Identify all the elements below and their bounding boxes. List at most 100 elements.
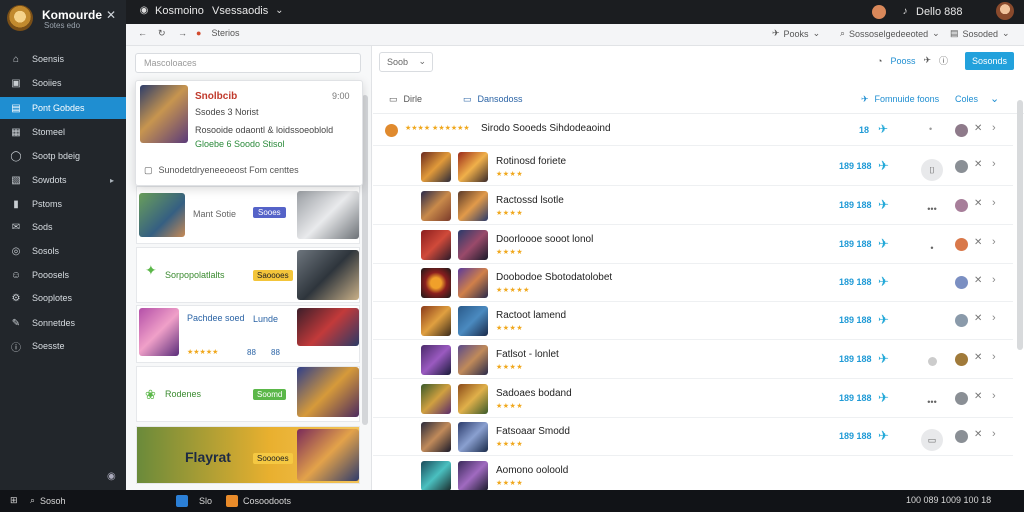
close-icon[interactable]: ✕ (106, 8, 116, 22)
details-scrollbar[interactable] (1017, 100, 1023, 350)
chevron-right-icon[interactable]: › (992, 274, 996, 286)
chevron-right-icon[interactable]: › (992, 312, 996, 324)
sidebar-item-10[interactable]: ☺ Pooosels (0, 264, 126, 286)
tab-main[interactable]: ◉ Kosmoino (138, 5, 204, 17)
forward-button[interactable]: → (178, 28, 187, 38)
sidebar-item-9[interactable]: ◎ Sosols (0, 240, 126, 262)
sidebar-item-8[interactable]: ✉ Sods (0, 216, 126, 238)
table-row[interactable]: Doorloooe sooot lonol ★★★★ 189 188 ✈ • ✕… (373, 226, 1013, 264)
pin-icon[interactable]: ✈ (878, 158, 889, 174)
row-stars: ★★★★ (496, 480, 524, 487)
taskbar-search[interactable]: ⌕ Sosoh (30, 495, 66, 506)
more-icon[interactable] (921, 352, 943, 374)
user-avatar[interactable] (996, 2, 1014, 20)
popup-footer[interactable]: ▢ Sunodetdryeneeoeost Fom centtes (144, 165, 299, 176)
posts-link[interactable]: Pooss (890, 56, 915, 66)
chevron-right-icon[interactable]: › (992, 236, 996, 248)
more-icon[interactable]: ••• (921, 198, 943, 220)
edit-icon[interactable]: ▭ (921, 429, 943, 451)
sidebar-item-12[interactable]: ✎ Sonnetdes (0, 312, 126, 334)
close-icon[interactable]: ✕ (974, 159, 982, 170)
close-icon[interactable]: ✕ (974, 313, 982, 324)
search-input[interactable]: Mascoloaces (135, 53, 361, 73)
filter-select[interactable]: Soob ⌄ (379, 52, 433, 72)
chevron-down-icon[interactable]: ⌄ (990, 92, 999, 105)
status-dot (955, 124, 968, 137)
taskbar-app-2[interactable]: Cosoodoots (226, 495, 291, 507)
pin-icon[interactable]: ✈ (878, 390, 889, 406)
sidebar-item-5[interactable]: ◯ Sootp bdeig (0, 145, 126, 167)
tab-secondary[interactable]: Vsessaodis ⌄ (212, 5, 285, 17)
col-header-2[interactable]: ▭ Dansodoss (463, 94, 523, 105)
row-title: Doorloooe sooot lonol (496, 234, 594, 245)
card-2[interactable]: ✦ Sorpopolatlalts Saoooes (136, 247, 360, 303)
taskbar-app-1[interactable]: Slo (176, 495, 212, 507)
chevron-right-icon[interactable]: › (992, 122, 996, 134)
pin-icon[interactable]: ✈ (878, 312, 889, 328)
pin-icon[interactable]: ✈ (878, 122, 888, 136)
header-action[interactable]: ✈ Fomnuide foons (861, 94, 939, 105)
pin-icon[interactable]: ✈ (923, 55, 931, 66)
pin-icon[interactable]: ✈ (878, 351, 889, 367)
sidebar-item-4[interactable]: ▦ Stomeel (0, 121, 126, 143)
sidebar-item-3[interactable]: ▤ Pont Gobdes (0, 97, 126, 119)
pin-icon[interactable]: ✈ (878, 274, 889, 290)
row-thumbnail (458, 191, 488, 221)
pin-icon[interactable]: ✈ (878, 197, 889, 213)
close-icon[interactable]: ✕ (974, 429, 982, 440)
close-icon[interactable]: ✕ (974, 352, 982, 363)
books-dropdown[interactable]: ✈ Pooks ⌄ (772, 28, 820, 39)
sidebar-item-2[interactable]: ▣ Sooiies (0, 72, 126, 94)
back-button[interactable]: ← (138, 28, 147, 38)
row-thumbnail (421, 306, 451, 336)
close-icon[interactable]: ✕ (974, 123, 982, 134)
close-icon[interactable]: ✕ (974, 237, 982, 248)
breadcrumb[interactable]: ● Sterios (196, 28, 239, 38)
settings-gear-icon[interactable]: ◉ (107, 471, 116, 482)
table-row[interactable]: Aomono ooloold ★★★★ (373, 457, 1013, 491)
close-icon[interactable]: ✕ (974, 391, 982, 402)
table-row[interactable]: Ractossd lsotle ★★★★ 189 188 ✈ ••• ✕ › (373, 187, 1013, 225)
primary-button[interactable]: Sosonds (965, 52, 1014, 70)
pin-icon[interactable]: ✈ (878, 236, 889, 252)
start-button[interactable]: ⊞ (10, 495, 18, 506)
sidebar-item-6[interactable]: ▧ Sowdots ▸ (0, 169, 126, 191)
info-icon[interactable]: ⓘ (939, 54, 948, 67)
table-row[interactable]: Doobodoe Sbotodatolobet ★★★★★ 189 188 ✈ … (373, 264, 1013, 302)
card-1[interactable]: Mant Sotie Sooes (136, 186, 360, 244)
header-action-2[interactable]: Coles (955, 94, 978, 104)
refresh-button[interactable]: ↻ (158, 28, 166, 39)
table-row[interactable]: Rotinosd foriete ★★★★ 189 188 ✈ ⌷ ✕ › (373, 148, 1013, 186)
close-icon[interactable]: ✕ (974, 275, 982, 286)
user-menu[interactable]: ♪ Dello 888 (872, 5, 962, 19)
close-icon[interactable]: ✕ (974, 198, 982, 209)
table-row[interactable]: Fatsoaar Smodd ★★★★ 189 188 ✈ ▭ ✕ › (373, 418, 1013, 456)
pinned-row[interactable]: ★★★★ ★★★★★★ Sirodo Sooeds Sihdodeaoind 1… (373, 116, 1013, 146)
sidebar-item-11[interactable]: ⚙ Sooplotes (0, 287, 126, 309)
view-dropdown[interactable]: ⌕ Sossoselgedeeoted ⌄ (840, 28, 940, 39)
sidebar-item-13[interactable]: ⓘ Soesste (0, 335, 126, 357)
bell-icon[interactable]: ♪ (899, 6, 911, 18)
card-5[interactable]: Flayrat Sooooes (136, 426, 360, 484)
clock-icon[interactable]: ◔ (877, 56, 882, 66)
table-row[interactable]: Fatlsot - lonlet ★★★★ 189 188 ✈ ✕ › (373, 341, 1013, 379)
table-row[interactable]: Ractoot lamend ★★★★ 189 188 ✈ ✕ › (373, 302, 1013, 340)
chevron-right-icon[interactable]: › (992, 351, 996, 363)
system-tray[interactable]: 100 089 1009 100 18 (906, 495, 991, 505)
chevron-right-icon[interactable]: › (992, 428, 996, 440)
more-icon[interactable]: • (921, 237, 943, 259)
card-4[interactable]: ❀ Rodenes Soomd (136, 366, 360, 422)
edit-icon[interactable]: ⌷ (921, 159, 943, 181)
sidebar-item-1[interactable]: ⌂ Soensis (0, 48, 126, 70)
sidebar-item-7[interactable]: ▮ Pstoms (0, 193, 126, 215)
more-icon[interactable]: ••• (921, 391, 943, 413)
card-3[interactable]: Pachdee soed ★★★★★ Lunde 88 88 (136, 305, 360, 363)
chevron-right-icon[interactable]: › (992, 197, 996, 209)
more-icon[interactable]: • (929, 124, 932, 134)
table-row[interactable]: Sadoaes bodand ★★★★ 189 188 ✈ ••• ✕ › (373, 380, 1013, 418)
pin-icon[interactable]: ✈ (878, 428, 889, 444)
chevron-right-icon[interactable]: › (992, 158, 996, 170)
col-header-1[interactable]: ▭ Dirle (389, 94, 422, 105)
chevron-right-icon[interactable]: › (992, 390, 996, 402)
sort-dropdown[interactable]: ▤ Sosoded ⌄ (950, 28, 1010, 39)
